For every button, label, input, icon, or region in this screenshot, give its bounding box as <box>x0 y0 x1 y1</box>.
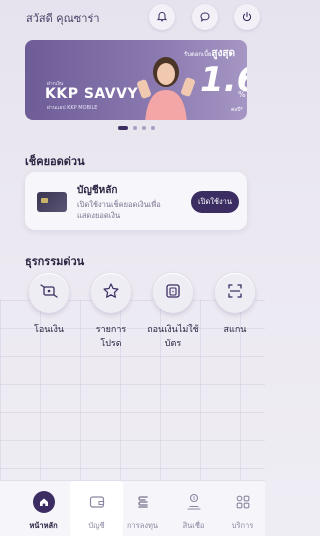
wallet-icon <box>86 491 108 513</box>
carousel-dot[interactable] <box>133 126 137 130</box>
tab-loan[interactable]: สินเชื่อ <box>167 481 220 536</box>
tab-home[interactable]: หน้าหลัก <box>17 481 70 536</box>
quick-action-label: โอนเงิน <box>33 325 64 335</box>
carousel-dot[interactable] <box>151 126 155 130</box>
quick-action-transfer[interactable]: โอนเงิน <box>26 273 72 337</box>
logout-button[interactable] <box>234 4 260 30</box>
header: สวัสดี คุณซาร่า <box>0 0 265 34</box>
tab-services[interactable]: บริการ <box>216 481 269 536</box>
chat-icon <box>199 8 211 27</box>
banner-brand: KKP SAVVY <box>45 86 139 102</box>
banner-brand-sub: ผ่านแอป KKP MOBILE <box>47 105 98 111</box>
quick-action-cardless-withdraw[interactable]: ถอนเงินไม่ใช้บัตร <box>147 273 199 351</box>
quick-action-label: สแกน <box>223 325 247 335</box>
power-icon <box>241 8 253 27</box>
greeting-text: สวัสดี คุณซาร่า <box>26 12 100 25</box>
carousel-dot[interactable] <box>118 126 128 130</box>
banner-model-image <box>137 57 195 120</box>
loan-icon <box>183 491 205 513</box>
quick-action-favorites[interactable]: รายการโปรด <box>88 273 134 351</box>
banner-percent: % <box>238 90 246 99</box>
scan-icon <box>225 281 245 305</box>
invest-icon <box>132 491 154 513</box>
enable-balance-button[interactable]: เปิดใช้งาน <box>191 191 239 213</box>
carousel-dot[interactable] <box>142 126 146 130</box>
main-account-card: บัญชีหลัก เปิดใช้งานเช็คยอดเงินเพื่อแสดง… <box>25 172 247 230</box>
home-icon <box>32 491 55 513</box>
credit-card-icon <box>37 192 67 212</box>
services-icon <box>232 491 254 513</box>
quick-section-title: ธุรกรรมด่วน <box>25 255 85 268</box>
carousel-indicator <box>118 126 155 130</box>
cardless-withdraw-icon <box>163 281 183 305</box>
transfer-button[interactable] <box>29 273 69 313</box>
cardless-withdraw-button[interactable] <box>153 273 193 313</box>
star-icon <box>101 281 121 305</box>
promo-banner[interactable]: รับดอกเบี้ยสูงสุด ฝากเงิน KKP SAVVY ผ่าน… <box>25 40 247 120</box>
tab-label: หน้าหลัก <box>29 521 58 530</box>
quick-action-scan[interactable]: สแกน <box>212 273 258 337</box>
balance-section-title: เช็คยอดด่วน <box>25 155 85 168</box>
tab-label: สินเชื่อ <box>182 521 205 530</box>
account-description: เปิดใช้งานเช็คยอดเงินเพื่อแสดงยอดเงิน <box>77 200 161 220</box>
quick-action-label: ถอนเงินไม่ใช้บัตร <box>147 325 199 349</box>
tab-label: บริการ <box>231 521 254 530</box>
favorites-button[interactable] <box>91 273 131 313</box>
account-title: บัญชีหลัก <box>77 185 118 196</box>
quick-action-label: รายการโปรด <box>95 325 127 349</box>
chat-button[interactable] <box>192 4 218 30</box>
bell-icon <box>156 8 168 27</box>
tab-investment[interactable]: การลงทุน <box>116 481 169 536</box>
banner-per-year: ต่อปี* <box>231 107 243 113</box>
tab-label: การลงทุน <box>126 521 159 530</box>
scan-button[interactable] <box>215 273 255 313</box>
transfer-icon <box>39 281 59 305</box>
notification-button[interactable] <box>149 4 175 30</box>
bottom-tab-bar: หน้าหลัก บัญชี การลงทุน สินเชื่อ บริการ <box>0 480 265 536</box>
